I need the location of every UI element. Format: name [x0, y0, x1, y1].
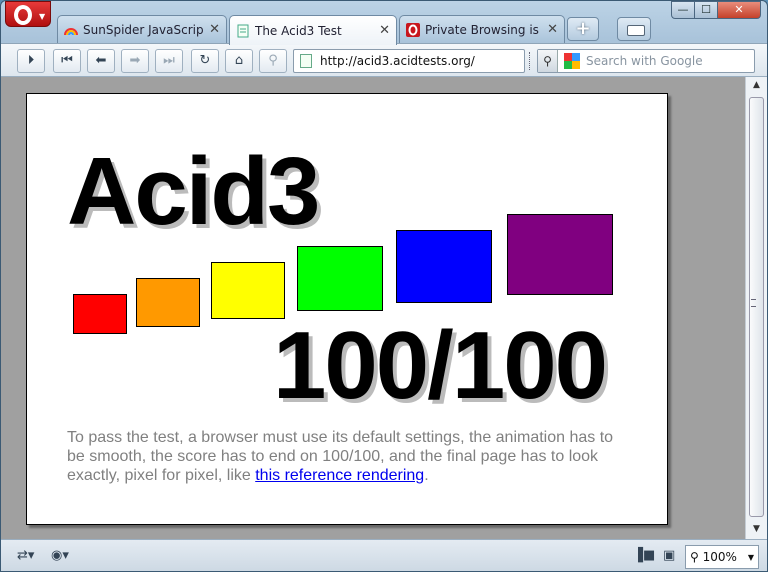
status-bar: ⇄▾ ◉▾ ▐■ ▣ ⚲ 100% ▼ — [1, 539, 767, 571]
scrollbar-thumb[interactable] — [749, 97, 764, 517]
page-viewport: Acid3 100/100 To pass the test, a browse… — [1, 77, 749, 539]
opera-favicon-icon — [406, 22, 420, 37]
rewind-icon: ⏮ — [61, 53, 73, 68]
turbo-icon[interactable]: ⇄▾ — [17, 548, 34, 563]
page-favicon-icon — [237, 24, 249, 37]
page-icon — [300, 54, 312, 68]
color-box-red — [73, 294, 127, 334]
new-tab-button[interactable]: + — [567, 17, 599, 41]
chevron-down-icon: ▼ — [39, 12, 46, 21]
color-box-blue — [396, 230, 492, 303]
maximize-button[interactable]: ☐ — [694, 1, 718, 19]
color-box-green — [297, 246, 383, 311]
tab-sunspider[interactable]: SunSpider JavaScript ... ✕ — [57, 15, 227, 43]
toolbar-splitter[interactable] — [529, 52, 531, 70]
rainbow-favicon-icon — [64, 27, 78, 35]
reload-button[interactable]: ↻ — [191, 49, 219, 73]
close-window-button[interactable]: ✕ — [717, 1, 761, 19]
skip-forward-icon: ⏭ — [163, 53, 175, 68]
tab-title: The Acid3 Test — [255, 23, 342, 38]
color-box-orange — [136, 278, 200, 327]
closed-tabs-trash-button[interactable] — [617, 17, 651, 41]
search-placeholder: Search with Google — [586, 54, 703, 68]
acid3-page: Acid3 100/100 To pass the test, a browse… — [26, 93, 668, 525]
forward-icon: ➡ — [129, 53, 141, 68]
home-icon: ⌂ — [234, 53, 244, 68]
unite-icon[interactable]: ◉▾ — [51, 548, 69, 563]
score-text: 100/100 — [273, 312, 608, 419]
page-title: Acid3 — [67, 138, 320, 245]
address-text: http://acid3.acidtests.org/ — [320, 54, 475, 68]
wand-button[interactable]: ⚲ — [259, 49, 287, 73]
color-box-yellow — [211, 262, 285, 319]
description-text: To pass the test, a browser must use its… — [67, 428, 627, 485]
scroll-up-icon[interactable]: ▲ — [746, 77, 767, 94]
navigation-toolbar: ⏵ ⏮ ⬅ ➡ ⏭ ↻ ⌂ ⚲ http://acid3.acidtests.o… — [1, 43, 767, 77]
chevron-down-icon: ▼ — [747, 552, 754, 562]
zoom-value: 100% — [702, 550, 737, 564]
forward-button[interactable]: ➡ — [121, 49, 149, 73]
search-field[interactable]: ⚲ Search with Google — [537, 49, 755, 73]
tab-title: SunSpider JavaScript ... — [83, 22, 204, 37]
rewind-button[interactable]: ⏮ — [53, 49, 81, 73]
search-icon[interactable]: ⚲ — [538, 50, 558, 72]
description-end: . — [424, 467, 429, 484]
close-icon[interactable]: ✕ — [547, 22, 558, 37]
reload-icon: ↻ — [199, 53, 211, 68]
zoom-icon: ⚲ — [690, 550, 703, 564]
zoom-select[interactable]: ⚲ 100% ▼ — [685, 545, 759, 569]
back-button[interactable]: ⬅ — [87, 49, 115, 73]
tab-title: Private Browsing is e... — [425, 22, 541, 37]
panel-toggle-icon[interactable]: ▐■ — [633, 548, 655, 563]
view-icon[interactable]: ▣ — [663, 548, 675, 563]
fast-forward-icon: ⏵ — [27, 53, 35, 68]
opera-menu-button[interactable]: ▼ — [5, 1, 51, 27]
address-field[interactable]: http://acid3.acidtests.org/ — [293, 49, 525, 73]
back-icon: ⬅ — [95, 53, 107, 68]
minimize-button[interactable]: — — [671, 1, 695, 19]
browser-window: ▼ SunSpider JavaScript ... ✕ The Acid3 T… — [0, 0, 768, 572]
close-icon[interactable]: ✕ — [379, 23, 390, 38]
reference-rendering-link[interactable]: this reference rendering — [255, 467, 424, 484]
skip-forward-button[interactable]: ⏭ — [155, 49, 183, 73]
fast-forward-button[interactable]: ⏵ — [17, 49, 45, 73]
tab-private-browsing[interactable]: Private Browsing is e... ✕ — [399, 15, 565, 43]
wand-icon: ⚲ — [268, 53, 278, 68]
google-logo-icon — [564, 53, 580, 69]
close-icon[interactable]: ✕ — [209, 22, 220, 37]
tab-acid3[interactable]: The Acid3 Test ✕ — [229, 15, 397, 45]
color-box-purple — [507, 214, 613, 295]
opera-logo-icon — [14, 5, 32, 25]
scroll-down-icon[interactable]: ▼ — [746, 521, 767, 538]
scrollbar-grip — [751, 299, 756, 307]
home-button[interactable]: ⌂ — [225, 49, 253, 73]
vertical-scrollbar[interactable]: ▲ ▼ — [745, 77, 767, 539]
